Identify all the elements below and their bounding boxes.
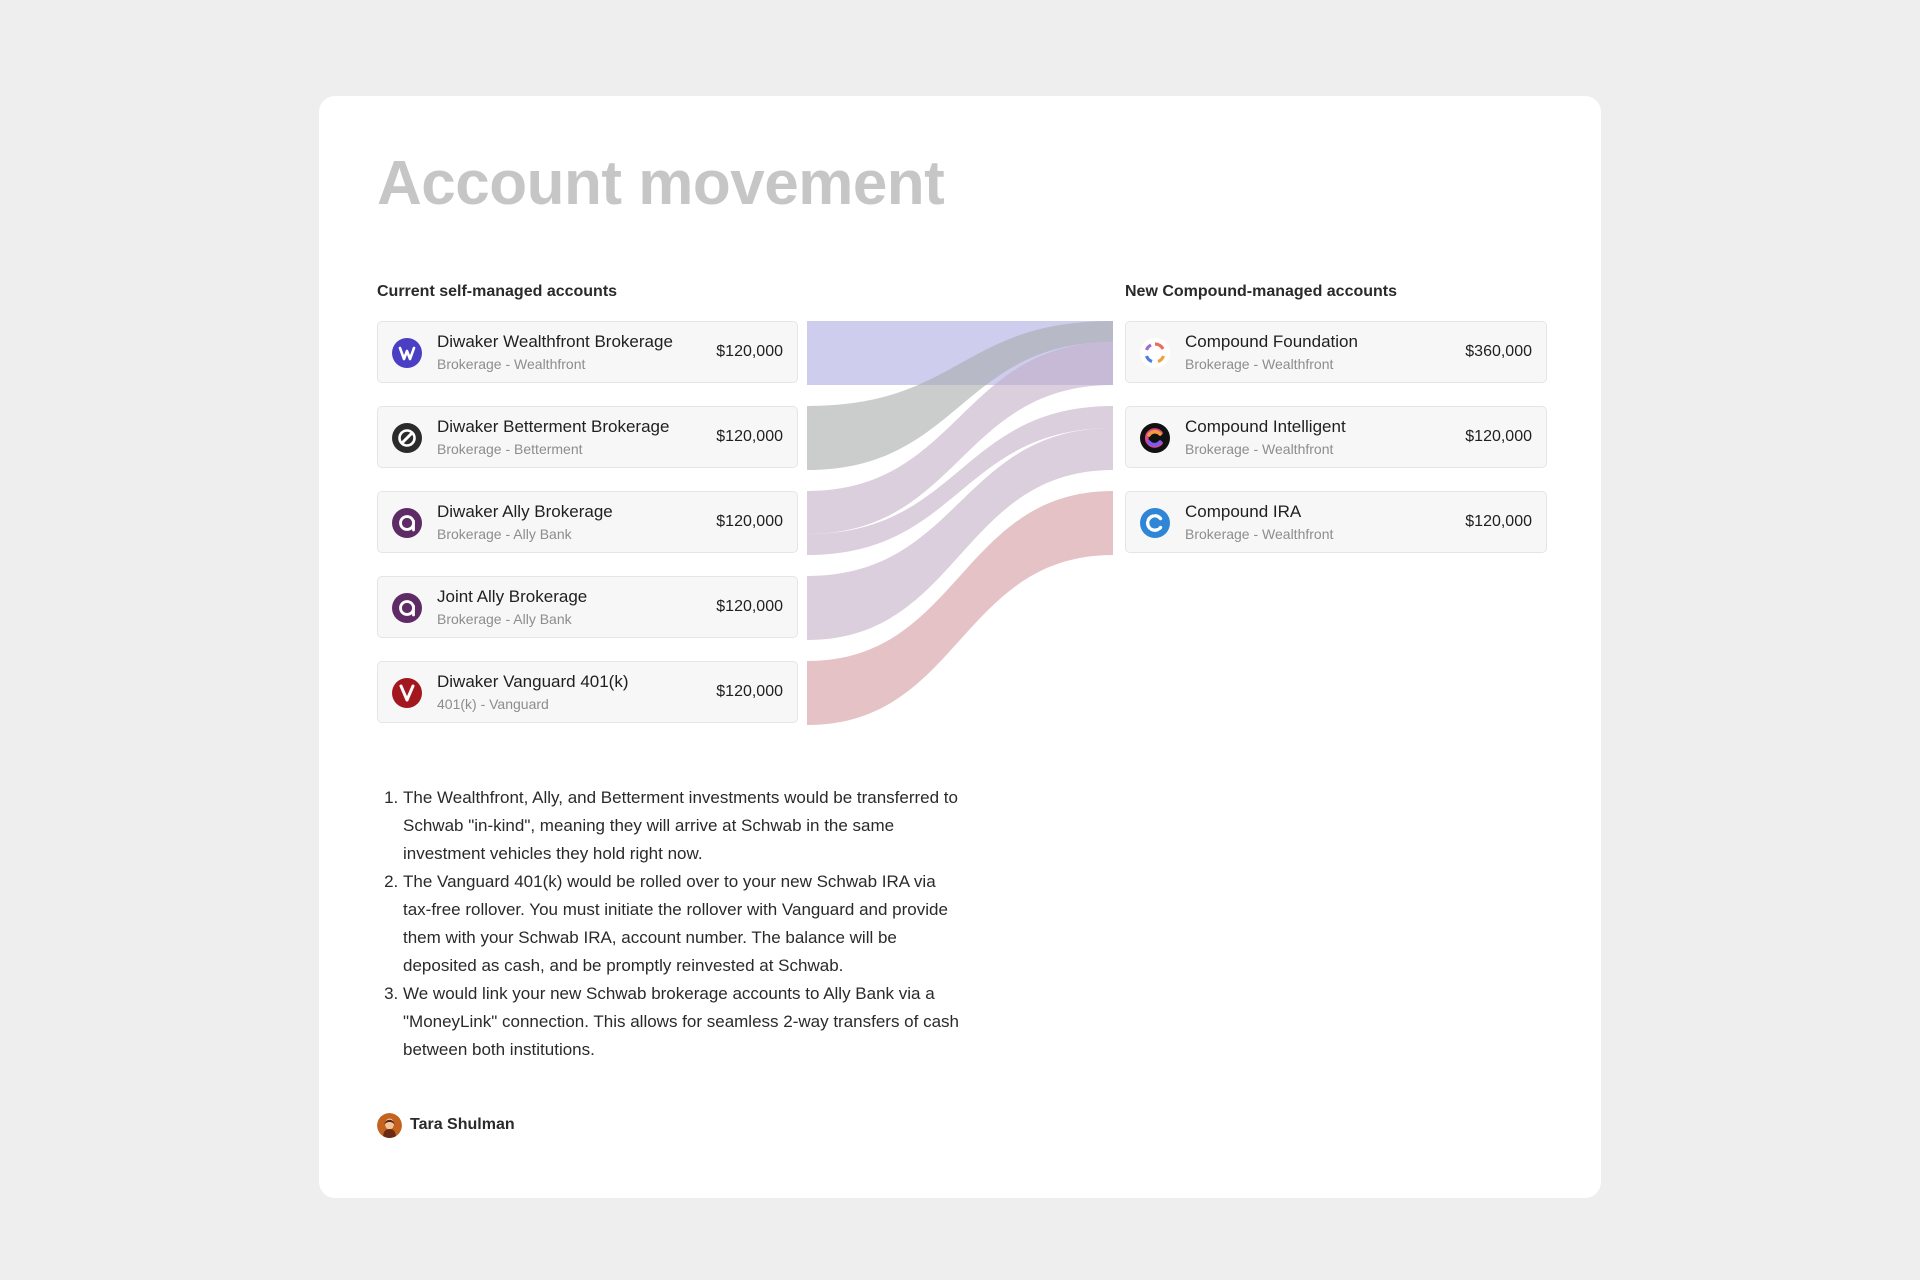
account-amount: $120,000 (1465, 428, 1532, 445)
account-flow-diagram (807, 321, 1113, 725)
transfer-notes-list: The Wealthfront, Ally, and Betterment in… (377, 784, 963, 1064)
note-item: The Wealthfront, Ally, and Betterment in… (403, 784, 963, 868)
note-item: We would link your new Schwab brokerage … (403, 980, 963, 1064)
new-account-card[interactable]: Compound IRA Brokerage - Wealthfront $12… (1125, 491, 1547, 553)
ally-logo-icon (392, 508, 422, 538)
account-amount: $120,000 (716, 428, 783, 445)
current-account-card[interactable]: Joint Ally Brokerage Brokerage - Ally Ba… (377, 576, 798, 638)
betterment-logo-icon (392, 423, 422, 453)
author-name: Tara Shulman (410, 1116, 515, 1133)
page-title: Account movement (377, 149, 945, 218)
account-subtitle: Brokerage - Wealthfront (1185, 526, 1334, 542)
account-name: Diwaker Ally Brokerage (437, 502, 613, 521)
new-accounts-label: New Compound-managed accounts (1125, 283, 1398, 300)
account-subtitle: Brokerage - Ally Bank (437, 526, 572, 542)
account-subtitle: Brokerage - Wealthfront (1185, 441, 1334, 457)
account-name: Diwaker Betterment Brokerage (437, 417, 670, 436)
vanguard-logo-icon (392, 678, 422, 708)
compound-foundation-logo-icon (1140, 338, 1170, 368)
account-subtitle: 401(k) - Vanguard (437, 696, 549, 712)
account-name: Compound Foundation (1185, 332, 1358, 351)
account-amount: $120,000 (716, 598, 783, 615)
account-amount: $360,000 (1465, 343, 1532, 360)
account-amount: $120,000 (1465, 513, 1532, 530)
account-amount: $120,000 (716, 343, 783, 360)
new-account-card[interactable]: Compound Foundation Brokerage - Wealthfr… (1125, 321, 1547, 383)
account-name: Compound Intelligent (1185, 417, 1346, 436)
account-name: Diwaker Vanguard 401(k) (437, 672, 629, 691)
account-subtitle: Brokerage - Wealthfront (1185, 356, 1334, 372)
account-subtitle: Brokerage - Ally Bank (437, 611, 572, 627)
account-name: Joint Ally Brokerage (437, 587, 588, 606)
account-amount: $120,000 (716, 513, 783, 530)
account-name: Compound IRA (1185, 502, 1302, 521)
account-amount: $120,000 (716, 683, 783, 700)
current-account-card[interactable]: Diwaker Betterment Brokerage Brokerage -… (377, 406, 798, 468)
account-movement-card: Account movement Current self-managed ac… (319, 96, 1601, 1198)
account-name: Diwaker Wealthfront Brokerage (437, 332, 673, 351)
avatar (377, 1113, 402, 1138)
ally-logo-icon (392, 593, 422, 623)
account-subtitle: Brokerage - Betterment (437, 441, 583, 457)
compound-intelligent-logo-icon (1140, 423, 1170, 453)
current-account-card[interactable]: Diwaker Vanguard 401(k) 401(k) - Vanguar… (377, 661, 798, 723)
new-account-card[interactable]: Compound Intelligent Brokerage - Wealthf… (1125, 406, 1547, 468)
wealthfront-logo-icon (392, 338, 422, 368)
current-account-card[interactable]: Diwaker Wealthfront Brokerage Brokerage … (377, 321, 798, 383)
compound-ira-logo-icon (1140, 508, 1170, 538)
account-subtitle: Brokerage - Wealthfront (437, 356, 586, 372)
current-account-card[interactable]: Diwaker Ally Brokerage Brokerage - Ally … (377, 491, 798, 553)
current-accounts-label: Current self-managed accounts (377, 283, 618, 300)
note-item: The Vanguard 401(k) would be rolled over… (403, 868, 963, 980)
